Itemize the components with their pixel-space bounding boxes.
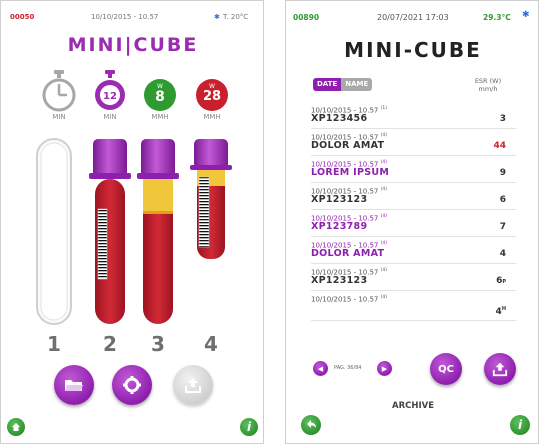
sort-tabs: DATE NAME <box>313 78 373 91</box>
table-row[interactable]: 10/10/2015 - 10.57 (4) DOLOR AMAT 44 <box>311 129 516 156</box>
bluetooth-icon: ✱ <box>522 10 530 20</box>
tube-number-4: 4 <box>204 332 218 356</box>
info-button[interactable]: i <box>240 418 258 436</box>
row-name: XP123789 <box>311 221 368 232</box>
esr-header-line2: mm/h <box>478 85 498 93</box>
timer-4-label: MMH <box>203 113 221 121</box>
row-value: 3 <box>499 114 506 124</box>
row-value: 6 <box>499 195 506 205</box>
tube-2[interactable] <box>89 139 131 324</box>
row-name: XP123456 <box>311 113 368 124</box>
esr-header-line1: ESR (W) <box>474 77 502 85</box>
timer-2-icon: 12 <box>90 69 130 119</box>
result-3-badge: W 8 <box>140 69 180 119</box>
tube-4[interactable] <box>190 139 232 259</box>
table-row[interactable]: 10/10/2015 - 10.57 (4) LOREM IPSUM 9 <box>311 156 516 183</box>
row-date: 10/10/2015 - 10.57 (4) <box>311 295 387 304</box>
tube-1[interactable] <box>36 138 72 325</box>
tab-date[interactable]: DATE <box>313 78 342 91</box>
open-folder-button[interactable] <box>54 365 94 405</box>
export-button[interactable] <box>484 353 516 385</box>
app-title: MINI-CUBE <box>344 38 482 62</box>
tab-name[interactable]: NAME <box>341 78 373 91</box>
app-title: MINI|CUBE <box>67 34 199 56</box>
bluetooth-icon: ✱ <box>214 13 220 21</box>
timer-3-label: MMH <box>151 113 169 121</box>
tube-number-1: 1 <box>47 332 61 356</box>
tube-number-3: 3 <box>151 332 165 356</box>
device-code: 00050 <box>10 13 35 21</box>
next-page-button[interactable]: ▶ <box>377 361 392 376</box>
folder-icon <box>65 380 83 391</box>
qc-label: QC <box>438 363 454 375</box>
timer-1-label: MIN <box>52 113 66 121</box>
result-4-value: 28 <box>202 89 222 104</box>
row-name: LOREM IPSUM <box>311 167 390 178</box>
export-button[interactable] <box>173 365 213 405</box>
table-row[interactable]: 10/10/2015 - 10.57 (1) XP123456 3 <box>311 102 516 129</box>
row-value: 9 <box>499 168 506 178</box>
tube-3[interactable] <box>137 139 179 324</box>
status-datetime: 10/10/2015 - 10.57 <box>91 13 159 21</box>
row-value: 4H <box>495 306 506 317</box>
timer-2-value: 12 <box>103 91 117 102</box>
upload-icon <box>492 362 508 377</box>
result-4-badge: W 28 <box>192 69 232 119</box>
row-value: 6P <box>496 276 506 286</box>
page-indicator: PAG. 36/84 <box>334 365 362 371</box>
temperature-readout: 29.3°C <box>483 13 511 22</box>
table-row[interactable]: 10/10/2015 - 10.57 (4) 4H <box>311 291 516 321</box>
table-row[interactable]: 10/10/2015 - 10.57 (4) DOLOR AMAT 4 <box>311 237 516 264</box>
timer-1-icon <box>39 69 79 119</box>
esr-column-header: ESR (W) mm/h <box>463 77 513 93</box>
back-button[interactable] <box>301 415 321 435</box>
row-name: XP123123 <box>311 194 368 205</box>
back-arrow-icon <box>307 420 316 428</box>
chevron-right-icon: ▶ <box>381 364 388 373</box>
timer-2-label: MIN <box>103 113 117 121</box>
prev-page-button[interactable]: ◀ <box>313 361 328 376</box>
info-icon: i <box>517 418 523 432</box>
home-button[interactable] <box>7 418 25 436</box>
home-icon <box>12 423 20 431</box>
row-name: DOLOR AMAT <box>311 140 385 151</box>
left-screen: 00050 10/10/2015 - 10.57 ✱ T. 20°C MINI|… <box>0 0 264 444</box>
info-icon: i <box>246 420 252 434</box>
result-3-value: 8 <box>155 89 165 105</box>
row-value: 4 <box>499 249 506 259</box>
row-name: DOLOR AMAT <box>311 248 385 259</box>
device-code: 00890 <box>293 13 320 22</box>
row-value: 44 <box>493 141 506 151</box>
qc-button[interactable]: QC <box>430 353 462 385</box>
right-screen: 00890 20/07/2021 17:03 29.3°C ✱ MINI-CUB… <box>285 0 539 444</box>
tube-rack <box>36 138 232 325</box>
table-row[interactable]: 10/10/2015 - 10.57 (4) XP123123 6P <box>311 264 516 291</box>
upload-icon <box>185 378 201 393</box>
gear-icon <box>123 376 141 394</box>
tube-number-2: 2 <box>103 332 117 356</box>
archive-title: ARCHIVE <box>391 401 435 411</box>
chevron-left-icon: ◀ <box>317 364 324 373</box>
temperature-readout: T. 20°C <box>223 13 249 21</box>
row-value: 7 <box>499 222 506 232</box>
table-row[interactable]: 10/10/2015 - 10.57 (4) XP123789 7 <box>311 210 516 237</box>
info-button[interactable]: i <box>510 415 530 435</box>
table-row[interactable]: 10/10/2015 - 10.57 (4) XP123123 6 <box>311 183 516 210</box>
settings-button[interactable] <box>112 365 152 405</box>
status-datetime: 20/07/2021 17:03 <box>377 13 449 22</box>
row-name: XP123123 <box>311 275 368 286</box>
